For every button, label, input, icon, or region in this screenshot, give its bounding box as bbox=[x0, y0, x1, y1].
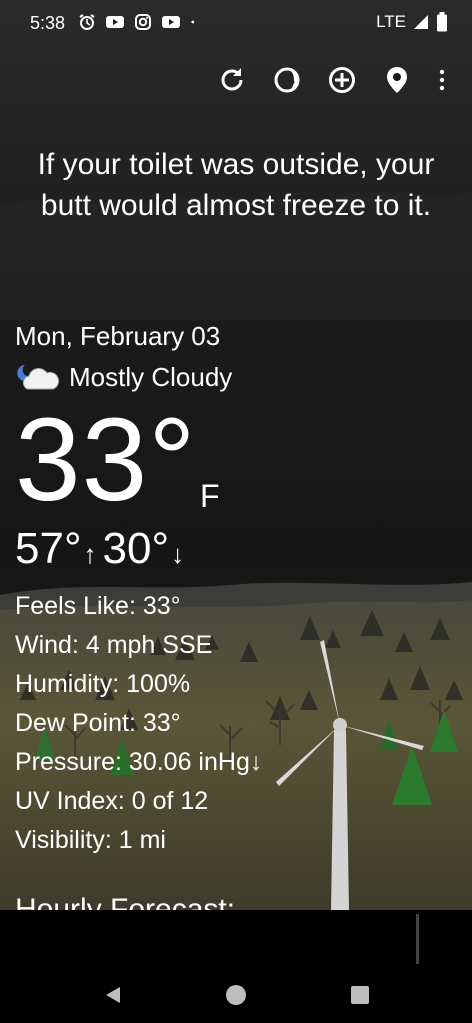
hourly-forecast-title: Hourly Forecast: bbox=[15, 893, 236, 910]
high-arrow: ↑ bbox=[83, 539, 97, 569]
system-status: LTE bbox=[376, 12, 448, 32]
partly-cloudy-night-icon bbox=[17, 365, 60, 390]
navigation-bar bbox=[0, 910, 472, 1023]
instagram-icon bbox=[135, 14, 151, 30]
status-bar: 5:38 LTE bbox=[0, 0, 472, 46]
weather-app: 5:38 LTE If your toilet was outside, you… bbox=[0, 0, 472, 910]
dot-icon bbox=[191, 20, 195, 24]
weather-quote: If your toilet was outside, your butt wo… bbox=[37, 148, 435, 222]
wind: Wind: 4 mph SSE bbox=[15, 631, 213, 659]
add-location-icon bbox=[329, 67, 355, 93]
location-pin-icon bbox=[387, 67, 407, 93]
current-date: Mon, February 03 bbox=[15, 321, 221, 351]
humidity: Humidity: 100% bbox=[15, 670, 191, 698]
high-low: 57° ↑ 30° ↓ bbox=[15, 524, 190, 579]
alarm-icon bbox=[79, 14, 95, 30]
pressure: Pressure: 30.06 inHg↓ bbox=[15, 748, 263, 776]
weather-details: Feels Like: 33° Wind: 4 mph SSE Humidity… bbox=[15, 587, 262, 860]
feels-like: Feels Like: 33° bbox=[15, 592, 181, 620]
status-time: 5:38 bbox=[30, 13, 66, 33]
scroll-handle[interactable] bbox=[416, 914, 419, 964]
condition-text: Mostly Cloudy bbox=[69, 361, 233, 392]
add-location-button[interactable] bbox=[326, 64, 358, 96]
theme-icon bbox=[274, 67, 300, 93]
low-temperature: 30° bbox=[102, 524, 170, 573]
notification-icons bbox=[78, 13, 200, 31]
theme-button[interactable] bbox=[271, 64, 303, 96]
more-options-icon bbox=[439, 69, 445, 91]
youtube-icon bbox=[162, 16, 180, 28]
visibility: Visibility: 1 mi bbox=[15, 826, 166, 854]
home-icon[interactable] bbox=[225, 984, 247, 1006]
temperature-unit: F bbox=[200, 478, 220, 514]
battery-icon bbox=[437, 12, 447, 32]
uv-index: UV Index: 0 of 12 bbox=[15, 787, 209, 815]
recents-icon[interactable] bbox=[349, 984, 371, 1006]
network-type: LTE bbox=[376, 12, 406, 31]
toolbar bbox=[0, 56, 472, 104]
youtube-icon bbox=[106, 16, 124, 28]
more-options-button[interactable] bbox=[430, 64, 454, 96]
dew-point: Dew Point: 33° bbox=[15, 709, 181, 737]
refresh-button[interactable] bbox=[216, 64, 248, 96]
back-icon[interactable] bbox=[102, 984, 124, 1006]
current-temperature: 33° bbox=[15, 394, 197, 526]
location-button[interactable] bbox=[381, 64, 413, 96]
signal-icon bbox=[414, 15, 428, 29]
condition: Mostly Cloudy bbox=[15, 361, 232, 393]
refresh-icon bbox=[221, 68, 243, 91]
high-temperature: 57° bbox=[15, 524, 82, 573]
low-arrow: ↓ bbox=[171, 539, 185, 569]
